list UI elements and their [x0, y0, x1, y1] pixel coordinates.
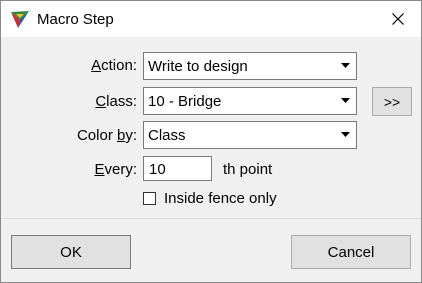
color-by-value: Class — [148, 127, 186, 144]
window-title: Macro Step — [37, 11, 114, 28]
color-by-dropdown-button[interactable] — [336, 123, 355, 147]
class-combobox[interactable]: 10 - Bridge — [143, 87, 357, 115]
class-label: Class: — [95, 93, 137, 110]
ok-button[interactable]: OK — [11, 235, 131, 269]
close-icon — [392, 13, 404, 25]
close-button[interactable] — [375, 1, 421, 37]
every-input[interactable]: 10 — [143, 156, 212, 181]
title-bar[interactable]: Macro Step — [1, 1, 421, 37]
color-by-combobox[interactable]: Class — [143, 121, 357, 149]
macro-step-dialog: Macro Step Action: Write to design Class… — [0, 0, 422, 283]
action-value: Write to design — [148, 58, 248, 75]
app-logo-icon — [11, 11, 29, 28]
class-more-button[interactable]: >> — [372, 87, 412, 116]
every-value: 10 — [149, 161, 166, 178]
action-dropdown-button[interactable] — [336, 54, 355, 78]
chevron-down-icon — [341, 132, 350, 137]
color-by-label: Color by: — [76, 127, 137, 144]
class-dropdown-button[interactable] — [336, 89, 355, 113]
cancel-button[interactable]: Cancel — [291, 235, 411, 269]
inside-fence-label[interactable]: Inside fence only — [164, 190, 277, 207]
chevron-down-icon — [341, 98, 350, 103]
chevron-down-icon — [341, 63, 350, 68]
action-label: Action: — [91, 57, 137, 74]
action-combobox[interactable]: Write to design — [143, 52, 357, 80]
button-bar: OK Cancel — [1, 219, 421, 282]
inside-fence-checkbox[interactable] — [143, 192, 156, 205]
every-suffix: th point — [223, 161, 273, 178]
class-value: 10 - Bridge — [148, 93, 222, 110]
every-label: Every: — [94, 161, 137, 178]
